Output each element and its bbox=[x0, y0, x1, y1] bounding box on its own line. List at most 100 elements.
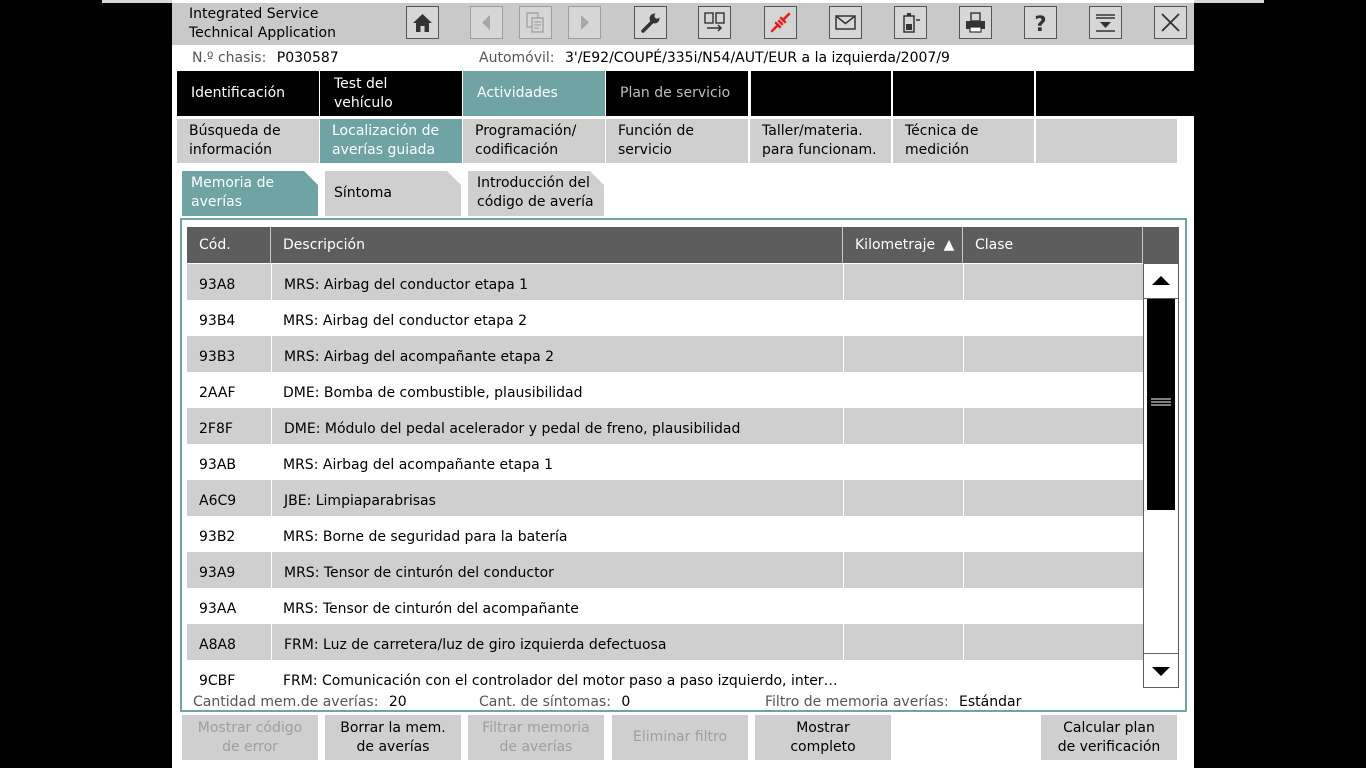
tab-empty-1 bbox=[750, 71, 891, 116]
back-arrow-icon bbox=[482, 15, 490, 30]
documents-button[interactable] bbox=[519, 6, 552, 39]
column-header-code[interactable]: Cód. bbox=[187, 227, 271, 263]
subtab-label: Técnica de bbox=[905, 123, 979, 139]
table-row[interactable]: 93B3 MRS: Airbag del acompañante etapa 2 bbox=[187, 336, 1143, 372]
cell-code: 93A8 bbox=[199, 277, 236, 293]
cell-description: DME: Módulo del pedal acelerador y pedal… bbox=[271, 408, 843, 444]
close-icon bbox=[1161, 13, 1180, 32]
fault-count-label: Cantidad mem.de averías: bbox=[193, 694, 379, 710]
subtab-busqueda[interactable]: Búsqueda de información bbox=[177, 119, 319, 163]
vehicle-connection-button[interactable] bbox=[764, 6, 797, 39]
cell-code: 93AB bbox=[199, 457, 236, 473]
column-header-class[interactable]: Clase bbox=[963, 227, 1143, 263]
cell-code: 93AA bbox=[199, 601, 237, 617]
documents-icon bbox=[526, 12, 544, 33]
subtab-tecnica-medicion[interactable]: Técnica de medición bbox=[893, 119, 1034, 163]
table-row[interactable]: A8A8 FRM: Luz de carretera/luz de giro iz… bbox=[187, 624, 1143, 660]
close-button[interactable] bbox=[1154, 6, 1187, 39]
subtab-label: Localización de bbox=[332, 123, 440, 139]
show-error-code-button[interactable]: Mostrar código de error bbox=[182, 715, 318, 760]
table-row[interactable]: 2AAF DME: Bomba de combustible, plausibil… bbox=[187, 372, 1143, 408]
clear-fault-memory-button[interactable]: Borrar la mem. de averías bbox=[325, 715, 461, 760]
cell-code: A6C9 bbox=[199, 493, 237, 509]
cell-description: MRS: Borne de seguridad para la batería bbox=[283, 529, 568, 545]
subtab-label-line2: codificación bbox=[475, 142, 559, 158]
cell-code: 2F8F bbox=[199, 421, 233, 437]
scroll-thumb[interactable] bbox=[1147, 299, 1175, 510]
subtab-taller[interactable]: Taller/materia. para funcionam. bbox=[750, 119, 891, 163]
cell-class bbox=[963, 624, 1143, 660]
subtab-programacion[interactable]: Programación/codificación bbox=[463, 119, 605, 163]
cell-mileage bbox=[843, 660, 963, 688]
table-row[interactable]: 9CBF FRM: Comunicación con el controlador… bbox=[187, 660, 1143, 688]
home-button[interactable] bbox=[406, 6, 439, 39]
table-row[interactable]: 93B2 MRS: Borne de seguridad para la bate… bbox=[187, 516, 1143, 552]
subtab-label-line2: medición bbox=[905, 142, 970, 158]
button-label: Eliminar filtro bbox=[632, 729, 728, 745]
envelope-icon bbox=[835, 15, 856, 30]
table-row[interactable]: 93AA MRS: Tensor de cinturón del acompaña… bbox=[187, 588, 1143, 624]
table-row[interactable]: 93B4 MRS: Airbag del conductor etapa 2 bbox=[187, 300, 1143, 336]
button-label-line2: de averías bbox=[356, 738, 430, 755]
wrench-button[interactable] bbox=[634, 6, 667, 39]
tab-introduccion-codigo[interactable]: Introducción del código de avería bbox=[468, 171, 604, 216]
vehicle-label: Automóvil: bbox=[479, 50, 555, 66]
tab-identificacion[interactable]: Identificación bbox=[177, 71, 319, 116]
cell-description: MRS: Airbag del acompañante etapa 1 bbox=[283, 457, 554, 473]
table-row[interactable]: 93A8 MRS: Airbag del conductor etapa 1 bbox=[187, 264, 1143, 300]
table-row[interactable]: A6C9 JBE: Limpiaparabrisas bbox=[187, 480, 1143, 516]
scroll-down-button[interactable] bbox=[1144, 653, 1178, 688]
tab-test-vehiculo[interactable]: Test del vehículo bbox=[320, 71, 462, 116]
svg-text:?: ? bbox=[1034, 12, 1046, 35]
minimize-button[interactable] bbox=[1089, 6, 1122, 39]
subtab-empty bbox=[1036, 119, 1177, 163]
calculate-test-plan-button[interactable]: Calcular plan de verificación bbox=[1041, 715, 1177, 760]
table-row[interactable]: 2F8F DME: Módulo del pedal acelerador y p… bbox=[187, 408, 1143, 444]
forward-button[interactable] bbox=[568, 6, 601, 39]
tab-sintoma[interactable]: Síntoma bbox=[325, 171, 461, 216]
disconnected-plug-icon bbox=[770, 12, 791, 33]
subtab-localizacion[interactable]: Localización de averías guiada bbox=[320, 119, 462, 163]
table-row[interactable]: 93AB MRS: Airbag del acompañante etapa 1 bbox=[187, 444, 1143, 480]
messages-button[interactable] bbox=[829, 6, 862, 39]
tab-label: Plan de servicio bbox=[620, 85, 731, 101]
tab-memoria-averias[interactable]: Memoria de averías bbox=[182, 171, 318, 216]
battery-button[interactable] bbox=[894, 6, 927, 39]
print-button[interactable] bbox=[959, 6, 992, 39]
help-button[interactable]: ? bbox=[1024, 6, 1057, 39]
tab-plan-servicio[interactable]: Plan de servicio bbox=[606, 71, 748, 116]
subtab-label: Función de bbox=[618, 123, 695, 139]
filter-fault-memory-button[interactable]: Filtrar memoria de averías bbox=[468, 715, 604, 760]
subtab-label-line2: información bbox=[189, 142, 273, 158]
cell-code: 93B2 bbox=[199, 529, 236, 545]
filter-label: Filtro de memoria averías: bbox=[765, 694, 949, 710]
cell-code: 2AAF bbox=[199, 385, 236, 401]
cell-description: MRS: Tensor de cinturón del conductor bbox=[271, 552, 843, 588]
tab-label: Memoria de bbox=[191, 175, 275, 191]
back-button[interactable] bbox=[470, 6, 503, 39]
app-title-line2: Technical Application bbox=[189, 25, 336, 41]
column-label: Kilometraje bbox=[855, 237, 936, 253]
column-header-mileage[interactable]: Kilometraje ▲ bbox=[843, 227, 963, 263]
remove-filter-button[interactable]: Eliminar filtro bbox=[612, 715, 748, 760]
table-row[interactable]: 93A9 MRS: Tensor de cinturón del conducto… bbox=[187, 552, 1143, 588]
cell-class bbox=[963, 408, 1143, 444]
tab-actividades[interactable]: Actividades bbox=[463, 71, 605, 116]
tab-label: Actividades bbox=[477, 85, 558, 101]
tab-corner bbox=[590, 171, 604, 185]
swap-connection-button[interactable] bbox=[698, 6, 731, 39]
table-scrollbar[interactable] bbox=[1143, 263, 1179, 688]
scroll-up-button[interactable] bbox=[1144, 264, 1178, 299]
show-complete-button[interactable]: Mostrar completo bbox=[755, 715, 891, 760]
subtab-funcion-servicio[interactable]: Función de servicio bbox=[606, 119, 748, 163]
cell-class bbox=[963, 264, 1143, 300]
cell-code: 93B3 bbox=[199, 349, 236, 365]
column-header-description[interactable]: Descripción bbox=[271, 227, 843, 263]
vehicle-info: Automóvil: 3'/E92/COUPÉ/335i/N54/AUT/EUR… bbox=[479, 45, 950, 71]
arrow-down-icon bbox=[1152, 667, 1170, 676]
button-label-line2: completo bbox=[790, 738, 856, 755]
button-label-line2: de averías bbox=[499, 738, 573, 755]
cell-class bbox=[963, 372, 1143, 408]
cell-mileage bbox=[843, 552, 963, 588]
cell-class bbox=[963, 336, 1143, 372]
